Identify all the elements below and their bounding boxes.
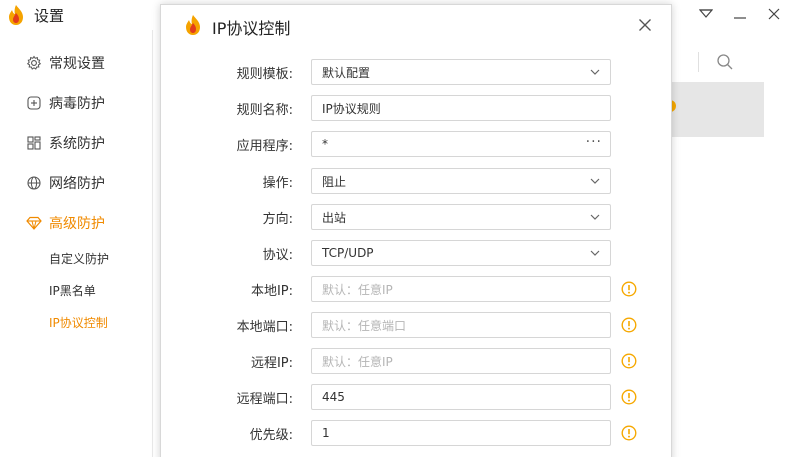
close-icon [768,8,780,20]
sidebar-subitem-ip-protocol-control[interactable]: IP协议控制 [49,311,108,333]
sidebar-item-advanced-protection[interactable]: 高级防护 [0,208,152,238]
background-row-highlight [670,82,764,137]
form-row-priority: 优先级: 1 [161,420,671,446]
input-value: * [322,137,328,151]
form-row-rule-name: 规则名称: IP协议规则 [161,95,671,121]
divider [698,52,699,72]
form-row-remote-port: 远程端口: 445 [161,384,671,410]
sidebar-item-label: 高级防护 [49,216,105,232]
sidebar-subitem-custom-protection[interactable]: 自定义防护 [49,247,109,269]
browse-button[interactable]: ··· [586,134,602,150]
form-row-action: 操作: 阻止 [161,168,671,194]
ip-protocol-dialog: IP协议控制 规则模板: 默认配置 规则名称: IP协议规则 应用程序: * ·… [160,4,672,457]
input-placeholder: 默认：任意端口 [322,318,407,333]
form-row-protocol: 协议: TCP/UDP [161,240,671,266]
minimize-button[interactable] [726,2,754,26]
select-value: 阻止 [322,174,347,189]
globe-icon [26,175,42,191]
input-value: IP协议规则 [322,101,381,116]
protocol-select[interactable]: TCP/UDP [311,240,611,266]
field-label: 协议: [262,248,293,263]
app-logo-icon [186,15,200,35]
gear-icon [26,55,42,71]
sidebar-item-label: 常规设置 [49,56,105,72]
field-label: 规则模板: [236,67,293,82]
chevron-down-icon [590,250,600,256]
form-row-local-port: 本地端口: 默认：任意端口 [161,312,671,338]
dialog-close-button[interactable] [635,15,655,35]
menu-dropdown-button[interactable] [692,2,720,26]
grid-icon [26,135,42,151]
field-label: 优先级: [249,428,293,443]
search-icon[interactable] [716,53,734,71]
minimize-icon [734,17,746,19]
input-value: 1 [322,426,330,440]
select-value: TCP/UDP [322,246,374,260]
dialog-title-bar: IP协议控制 [161,5,671,45]
local-ip-input[interactable]: 默认：任意IP [311,276,611,302]
input-placeholder: 默认：任意IP [322,282,393,297]
input-placeholder: 默认：任意IP [322,354,393,369]
sidebar-item-label: 系统防护 [49,136,105,152]
remote-port-input[interactable]: 445 [311,384,611,410]
diamond-icon [26,215,42,231]
sidebar-subitem-ip-blacklist[interactable]: IP黑名单 [49,279,96,301]
priority-input[interactable]: 1 [311,420,611,446]
chevron-down-icon [590,178,600,184]
chevron-down-icon [590,214,600,220]
rule-template-select[interactable]: 默认配置 [311,59,611,85]
field-label: 应用程序: [236,139,293,154]
field-label: 规则名称: [236,103,293,118]
field-label: 远程端口: [236,392,293,407]
warning-icon[interactable] [621,317,637,333]
direction-select[interactable]: 出站 [311,204,611,230]
sidebar-item-label: 网络防护 [49,176,105,192]
sidebar-item-system-protection[interactable]: 系统防护 [0,128,152,158]
form-row-local-ip: 本地IP: 默认：任意IP [161,276,671,302]
field-label: 方向: [262,212,293,227]
dialog-title: IP协议控制 [212,19,291,38]
background-search-area [670,48,764,76]
action-select[interactable]: 阻止 [311,168,611,194]
warning-icon[interactable] [621,389,637,405]
window-title: 设置 [34,7,65,25]
app-logo-icon [9,5,23,25]
field-label: 远程IP: [250,356,293,371]
application-input[interactable]: * ··· [311,131,611,157]
select-value: 默认配置 [322,65,371,80]
close-icon [639,19,651,31]
chevron-down-icon [590,69,600,75]
sidebar-item-network-protection[interactable]: 网络防护 [0,168,152,198]
input-value: 445 [322,390,345,404]
triangle-down-icon [699,9,713,18]
rule-name-input[interactable]: IP协议规则 [311,95,611,121]
warning-icon[interactable] [621,425,637,441]
sidebar-item-general[interactable]: 常规设置 [0,48,152,78]
select-value: 出站 [322,210,347,225]
warning-icon[interactable] [621,281,637,297]
form-row-rule-template: 规则模板: 默认配置 [161,59,671,85]
form-row-application: 应用程序: * ··· [161,131,671,157]
sidebar-item-label: 病毒防护 [49,96,105,112]
field-label: 本地IP: [250,284,293,299]
warning-icon[interactable] [621,353,637,369]
form-row-remote-ip: 远程IP: 默认：任意IP [161,348,671,374]
local-port-input[interactable]: 默认：任意端口 [311,312,611,338]
remote-ip-input[interactable]: 默认：任意IP [311,348,611,374]
window-close-button[interactable] [760,2,786,26]
sidebar-item-virus-protection[interactable]: 病毒防护 [0,88,152,118]
form-row-direction: 方向: 出站 [161,204,671,230]
plus-square-icon [26,95,42,111]
field-label: 操作: [262,176,293,191]
field-label: 本地端口: [236,320,293,335]
sidebar: 常规设置 病毒防护 系统防护 网络防护 高级防护 自定义防护 IP黑名单 IP协… [0,30,152,457]
